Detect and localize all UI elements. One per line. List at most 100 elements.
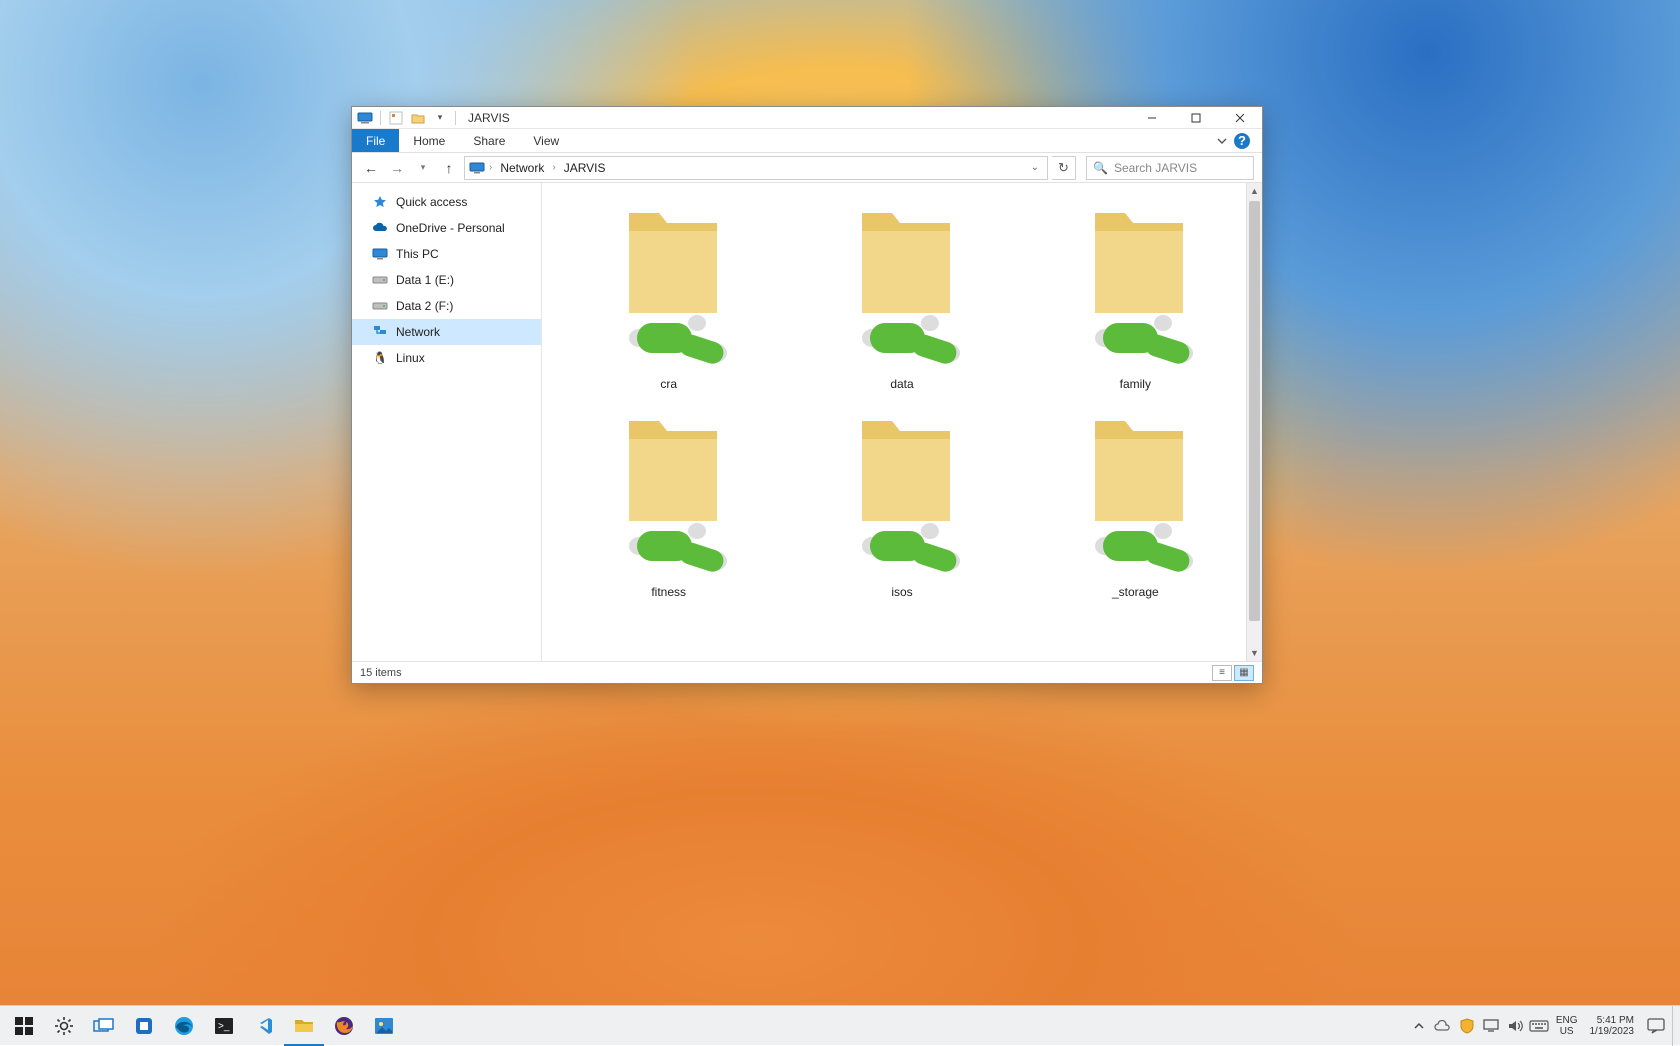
refresh-button[interactable]: ↻: [1052, 156, 1076, 180]
crumb-jarvis[interactable]: JARVIS: [560, 161, 610, 175]
search-box[interactable]: 🔍: [1086, 156, 1254, 180]
cloud-icon: [372, 220, 388, 236]
pc-icon: [356, 110, 374, 126]
ribbon-tab-view[interactable]: View: [519, 129, 573, 152]
taskbar: >_ ENG: [0, 1005, 1680, 1045]
qat-dropdown-icon[interactable]: ▾: [431, 110, 449, 126]
navigation-pane: Quick access OneDrive - Personal This PC…: [352, 183, 542, 661]
folder-data[interactable]: data: [785, 193, 1018, 391]
nav-network[interactable]: Network: [352, 319, 541, 345]
nav-label: Quick access: [396, 195, 467, 209]
up-button[interactable]: ↑: [438, 157, 460, 179]
forward-button[interactable]: →: [386, 157, 408, 179]
network-folder-icon: [1045, 401, 1225, 581]
folder-view[interactable]: cra data family fitness isos: [542, 183, 1262, 661]
status-bar: 15 items ≡ ▦: [352, 661, 1262, 683]
time: 5:41 PM: [1590, 1015, 1635, 1026]
nav-label: This PC: [396, 247, 439, 261]
network-folder-icon: [812, 193, 992, 373]
chevron-right-icon: ›: [489, 162, 492, 173]
onedrive-tray-icon[interactable]: [1432, 1006, 1454, 1046]
window-title: JARVIS: [468, 111, 510, 125]
folder-label: cra: [660, 377, 677, 391]
nav-quick-access[interactable]: Quick access: [352, 189, 541, 215]
large-icons-view-button[interactable]: ▦: [1234, 665, 1254, 681]
address-dropdown-icon[interactable]: ⌄: [1027, 162, 1043, 173]
network-folder-icon: [579, 401, 759, 581]
details-view-button[interactable]: ≡: [1212, 665, 1232, 681]
action-center-button[interactable]: [1642, 1006, 1670, 1046]
explorer-body: Quick access OneDrive - Personal This PC…: [352, 183, 1262, 661]
vertical-scrollbar[interactable]: ▲ ▼: [1246, 183, 1262, 661]
taskbar-files-app[interactable]: [124, 1006, 164, 1046]
network-folder-icon: [812, 401, 992, 581]
volume-tray-icon[interactable]: [1504, 1006, 1526, 1046]
lang-primary: ENG: [1556, 1015, 1578, 1026]
window-controls: [1130, 107, 1262, 129]
folder-cra[interactable]: cra: [552, 193, 785, 391]
ribbon-tab-home[interactable]: Home: [399, 129, 459, 152]
nav-linux[interactable]: 🐧 Linux: [352, 345, 541, 371]
clock[interactable]: 5:41 PM 1/19/2023: [1584, 1015, 1641, 1037]
folder-storage[interactable]: _storage: [1019, 401, 1252, 599]
breadcrumb[interactable]: › Network › JARVIS ⌄: [464, 156, 1048, 180]
network-icon: [372, 324, 388, 340]
settings-button[interactable]: [44, 1006, 84, 1046]
ribbon-collapse-icon[interactable]: [1216, 135, 1228, 147]
taskbar-photos[interactable]: [364, 1006, 404, 1046]
network-folder-icon: [1045, 193, 1225, 373]
nav-drive-f[interactable]: Data 2 (F:): [352, 293, 541, 319]
show-desktop-button[interactable]: [1672, 1006, 1678, 1046]
folder-label: _storage: [1112, 585, 1159, 599]
lang-secondary: US: [1556, 1026, 1578, 1037]
nav-label: Data 2 (F:): [396, 299, 453, 313]
folder-label: isos: [891, 585, 912, 599]
keyboard-tray-icon[interactable]: [1528, 1006, 1550, 1046]
maximize-button[interactable]: [1174, 107, 1218, 129]
separator: [380, 111, 381, 125]
folder-fitness[interactable]: fitness: [552, 401, 785, 599]
nav-this-pc[interactable]: This PC: [352, 241, 541, 267]
close-button[interactable]: [1218, 107, 1262, 129]
scroll-down-icon[interactable]: ▼: [1247, 645, 1262, 661]
folder-label: family: [1120, 377, 1151, 391]
minimize-button[interactable]: [1130, 107, 1174, 129]
new-folder-icon[interactable]: [409, 110, 427, 126]
pc-icon: [372, 246, 388, 262]
display-tray-icon[interactable]: [1480, 1006, 1502, 1046]
taskbar-firefox[interactable]: [324, 1006, 364, 1046]
language-indicator[interactable]: ENG US: [1552, 1015, 1582, 1037]
ribbon-tab-share[interactable]: Share: [459, 129, 519, 152]
folder-family[interactable]: family: [1019, 193, 1252, 391]
folder-label: fitness: [651, 585, 686, 599]
star-icon: [372, 194, 388, 210]
network-folder-icon: [579, 193, 759, 373]
linux-icon: 🐧: [372, 350, 388, 366]
task-view-button[interactable]: [84, 1006, 124, 1046]
taskbar-edge[interactable]: [164, 1006, 204, 1046]
help-icon[interactable]: ?: [1234, 133, 1250, 149]
security-tray-icon[interactable]: [1456, 1006, 1478, 1046]
properties-icon[interactable]: [387, 110, 405, 126]
nav-onedrive[interactable]: OneDrive - Personal: [352, 215, 541, 241]
nav-drive-e[interactable]: Data 1 (E:): [352, 267, 541, 293]
scroll-up-icon[interactable]: ▲: [1247, 183, 1262, 199]
search-input[interactable]: [1114, 161, 1247, 175]
folder-isos[interactable]: isos: [785, 401, 1018, 599]
nav-label: Linux: [396, 351, 425, 365]
titlebar: ▾ JARVIS: [352, 107, 1262, 129]
taskbar-terminal[interactable]: >_: [204, 1006, 244, 1046]
ribbon-tab-file[interactable]: File: [352, 129, 399, 152]
scroll-thumb[interactable]: [1249, 201, 1260, 621]
pc-icon: [469, 162, 485, 174]
address-bar: ← → ▾ ↑ › Network › JARVIS ⌄ ↻ 🔍: [352, 153, 1262, 183]
recent-dropdown[interactable]: ▾: [412, 157, 434, 179]
start-button[interactable]: [4, 1006, 44, 1046]
crumb-network[interactable]: Network: [496, 161, 548, 175]
tray-overflow-icon[interactable]: [1408, 1006, 1430, 1046]
taskbar-vscode[interactable]: [244, 1006, 284, 1046]
back-button[interactable]: ←: [360, 157, 382, 179]
date: 1/19/2023: [1590, 1026, 1635, 1037]
ribbon: File Home Share View ?: [352, 129, 1262, 153]
taskbar-file-explorer[interactable]: [284, 1006, 324, 1046]
